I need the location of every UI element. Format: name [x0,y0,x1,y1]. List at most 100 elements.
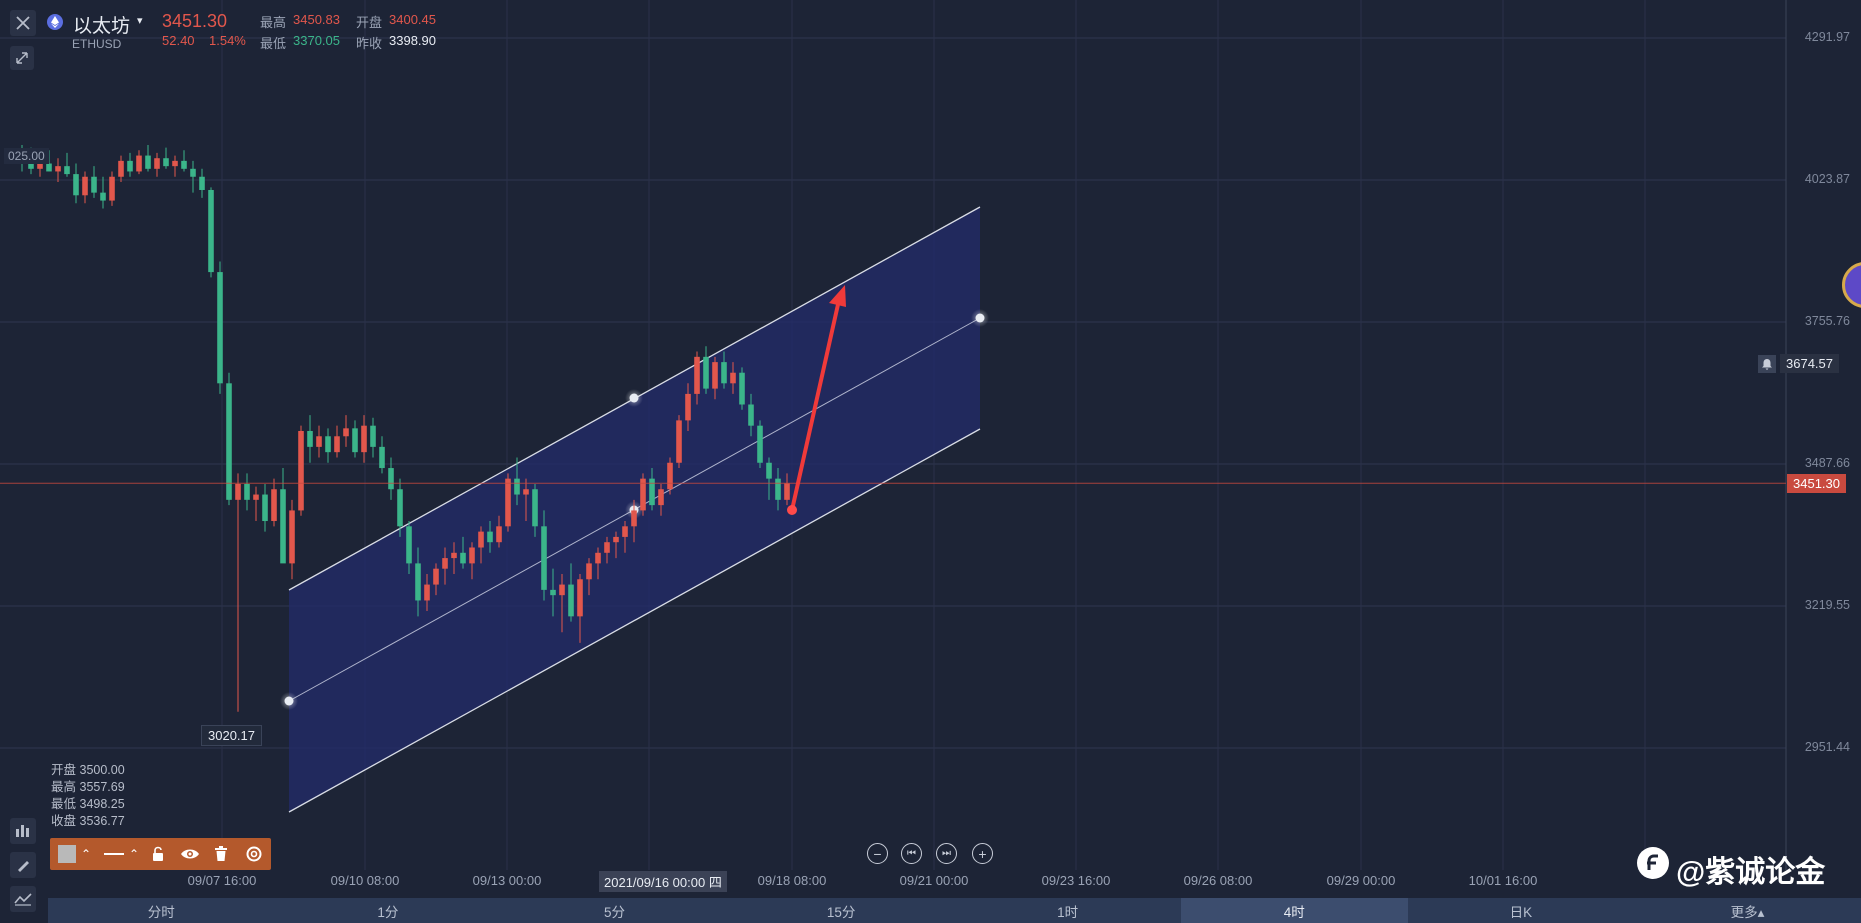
candle-body [235,483,241,500]
y-tick-label: 3219.55 [1804,597,1850,612]
candle-body [406,526,412,564]
ohlc-open-value: 3500.00 [79,763,125,777]
caret-up-icon[interactable]: ⌃ [127,838,141,870]
candle-body [109,176,115,201]
candle-body [631,510,637,527]
candle-body [748,404,754,426]
zoom-in-button[interactable]: + [972,843,993,864]
candle-body [118,160,124,177]
candle-body [271,489,277,522]
candle-body [622,526,628,537]
eye-icon[interactable] [178,838,202,870]
candle-body [514,478,520,495]
x-tick-label: 09/26 08:00 [1183,873,1253,888]
x-tick-label: 09/18 08:00 [757,873,827,888]
indicator-button[interactable] [10,818,36,844]
candle-body [550,589,556,596]
scroll-first-button[interactable]: ⏮ [901,843,922,864]
trash-icon[interactable] [211,838,231,870]
color-swatch-icon[interactable] [57,838,77,870]
lock-icon[interactable] [148,838,168,870]
symbol-name[interactable]: 以太坊 [73,11,130,38]
prev-close-label: 昨收 [356,36,383,51]
candle-body [163,158,169,167]
ohlc-open-row: 开盘 3500.00 [51,762,125,779]
candle-body [289,510,295,564]
chart-canvas[interactable] [0,0,1861,923]
candle-body [208,189,214,273]
indicator-icon [16,825,29,837]
last-price: 3451.30 [162,11,228,31]
y-tick-label: 3487.66 [1804,455,1850,470]
candle-body [649,478,655,506]
y-tick-label: 3755.76 [1804,313,1850,328]
candle-body [136,155,142,172]
period-tab[interactable]: 15分 [728,898,955,923]
x-tick-label: 09/07 16:00 [187,873,257,888]
period-tab[interactable]: 日K [1408,898,1635,923]
collapse-button[interactable] [10,46,34,70]
period-bar: 分时 1分 5分 15分 1时 4时 日K 更多▴ [48,898,1861,923]
candle-body [244,483,250,500]
candle-body [100,192,106,201]
low-value: 3370.05 [293,33,340,48]
candle-body [685,393,691,421]
period-tab[interactable]: 分时 [48,898,275,923]
period-tab[interactable]: 5分 [501,898,728,923]
candle-body [451,552,457,559]
candle-body [541,526,547,590]
alert-price-tag[interactable]: 3674.57 [1780,354,1839,373]
caret-up-icon[interactable]: ⌃ [79,838,93,870]
candle-body [307,430,313,447]
chevron-down-icon[interactable]: ▾ [137,14,143,27]
x-tick-label: 09/10 08:00 [330,873,400,888]
settings-icon[interactable] [242,838,266,870]
trend-arrow-start [787,505,797,515]
candle-body [613,536,619,543]
watermark-text: @紫诚论金 [1676,856,1826,889]
candle-body [199,176,205,190]
candle-body [667,462,673,490]
candle-body [424,584,430,601]
candle-body [739,372,745,405]
chart-root[interactable]: 以太坊 ▾ ETHUSD 3451.30 52.40 1.54% 最高 3450… [0,0,1861,923]
period-tab[interactable]: 更多▴ [1634,898,1861,923]
candle-body [127,160,133,172]
close-button[interactable] [10,10,36,36]
candle-body [379,446,385,469]
ohlc-close-value: 3536.77 [79,814,125,828]
candle-body [298,430,304,511]
candle-body [388,468,394,490]
ohlc-open-label: 开盘 [51,763,77,777]
candle-body [37,163,43,169]
chart-line-button[interactable] [10,886,36,912]
zoom-out-button[interactable]: − [867,843,888,864]
prev-close-value: 3398.90 [389,33,436,48]
candle-body [730,372,736,384]
candle-body [154,158,160,169]
crosshair-time-label: 2021/09/16 00:00 四 [599,871,727,892]
pencil-button[interactable] [10,852,36,878]
candle-body [82,176,88,196]
x-tick-label: 09/13 00:00 [472,873,542,888]
period-tab[interactable]: 1分 [275,898,502,923]
candle-body [226,383,232,500]
candle-body [568,584,574,617]
candle-body [604,542,610,553]
candle-body [55,166,61,172]
ohlc-high-value: 3557.69 [79,780,125,794]
candle-body [415,563,421,601]
line-style-icon[interactable] [102,838,126,870]
period-tab[interactable]: 1时 [954,898,1181,923]
symbol-code: ETHUSD [72,37,122,51]
channel-handle [975,313,985,323]
candle-body [46,163,52,172]
period-tab[interactable]: 4时 [1181,898,1408,923]
candle-body [784,483,790,500]
scroll-last-button[interactable]: ⏭ [936,843,957,864]
candle-body [145,155,151,169]
candle-body [64,166,70,175]
candle-body [325,436,331,453]
bell-icon[interactable] [1758,355,1776,373]
candle-body [262,494,268,522]
